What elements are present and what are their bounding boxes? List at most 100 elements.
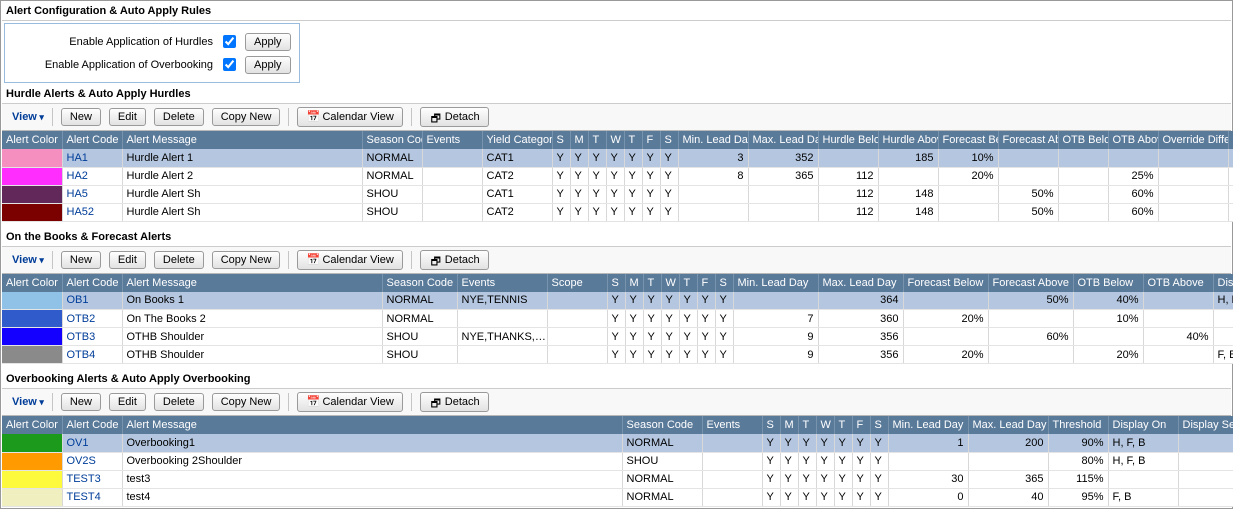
col-m[interactable]: M (570, 131, 588, 149)
apply-overbooking-button[interactable]: Apply (245, 56, 291, 74)
col-events[interactable]: Events (422, 131, 482, 149)
table-row[interactable]: OB1 On Books 1 NORMAL NYE,TENNIS YYYYYYY… (2, 292, 1233, 310)
delete-button[interactable]: Delete (154, 251, 204, 269)
col-season[interactable]: Season Code (362, 131, 422, 149)
copy-new-button[interactable]: Copy New (212, 393, 281, 411)
alert-code[interactable]: HA1 (62, 149, 122, 167)
col-display-on[interactable]: Display On (1213, 274, 1233, 292)
table-row[interactable]: TEST3 test3 NORMAL YYYYYYY 30 365 115% 3… (2, 470, 1233, 488)
col-alert-message[interactable]: Alert Message (122, 416, 622, 434)
col-alert-code[interactable]: Alert Code (62, 274, 122, 292)
col-season[interactable]: Season Code (622, 416, 702, 434)
alert-code[interactable]: OTB3 (62, 328, 122, 346)
col-f[interactable]: F (642, 131, 660, 149)
col-s2[interactable]: S (870, 416, 888, 434)
new-button[interactable]: New (61, 108, 101, 126)
alert-code[interactable]: OV1 (62, 434, 122, 452)
delete-button[interactable]: Delete (154, 108, 204, 126)
col-otb-above[interactable]: OTB Above (1108, 131, 1158, 149)
col-s2[interactable]: S (715, 274, 733, 292)
col-alert-code[interactable]: Alert Code (62, 131, 122, 149)
alert-code[interactable]: HA5 (62, 185, 122, 203)
alert-code[interactable]: TEST4 (62, 488, 122, 506)
col-events[interactable]: Events (702, 416, 762, 434)
alert-code[interactable]: TEST3 (62, 470, 122, 488)
col-override[interactable]: Override Difference (1158, 131, 1228, 149)
view-menu[interactable]: View (6, 254, 44, 266)
table-row[interactable]: OTB4 OTHB Shoulder SHOU YYYYYYY 9 356 20… (2, 346, 1233, 364)
alert-code[interactable]: HA52 (62, 203, 122, 221)
col-fc-above[interactable]: Forecast Above (998, 131, 1058, 149)
col-display-on[interactable]: Display On (1108, 416, 1178, 434)
detach-button[interactable]: 🗗Detach (420, 107, 489, 127)
calendar-view-button[interactable]: 📅Calendar View (297, 107, 402, 127)
col-hurdle-above[interactable]: Hurdle Above (878, 131, 938, 149)
col-t2[interactable]: T (679, 274, 697, 292)
col-t[interactable]: T (588, 131, 606, 149)
col-alert-message[interactable]: Alert Message (122, 131, 362, 149)
col-fc-below[interactable]: Forecast Below (903, 274, 988, 292)
detach-button[interactable]: 🗗Detach (420, 250, 489, 270)
enable-hurdles-checkbox[interactable] (223, 35, 236, 48)
col-s[interactable]: S (552, 131, 570, 149)
table-row[interactable]: OTB3 OTHB Shoulder SHOU NYE,THANKS,… YYY… (2, 328, 1233, 346)
col-f[interactable]: F (852, 416, 870, 434)
col-max-lead[interactable]: Max. Lead Day (748, 131, 818, 149)
alert-code[interactable]: OB1 (62, 292, 122, 310)
table-row[interactable]: HA5 Hurdle Alert Sh SHOU CAT1 YYYYYYY 11… (2, 185, 1233, 203)
detach-button[interactable]: 🗗Detach (420, 392, 489, 412)
col-m[interactable]: M (625, 274, 643, 292)
col-alert-code[interactable]: Alert Code (62, 416, 122, 434)
col-fc-below[interactable]: Forecast Below (938, 131, 998, 149)
copy-new-button[interactable]: Copy New (212, 108, 281, 126)
view-menu[interactable]: View (6, 396, 44, 408)
col-otb-below[interactable]: OTB Below (1058, 131, 1108, 149)
col-season[interactable]: Season Code (382, 274, 457, 292)
col-alert-color[interactable]: Alert Color (2, 131, 62, 149)
col-display-seq[interactable]: Display Seq. (1178, 416, 1233, 434)
col-alert-color[interactable]: Alert Color (2, 274, 62, 292)
table-row[interactable]: HA1 Hurdle Alert 1 NORMAL CAT1 YYYYYYY 3… (2, 149, 1233, 167)
calendar-view-button[interactable]: 📅Calendar View (297, 392, 402, 412)
col-events[interactable]: Events (457, 274, 547, 292)
col-min-lead[interactable]: Min. Lead Day (733, 274, 818, 292)
col-fc-above[interactable]: Forecast Above (988, 274, 1073, 292)
col-min-lead[interactable]: Min. Lead Day (678, 131, 748, 149)
edit-button[interactable]: Edit (109, 251, 146, 269)
col-w[interactable]: W (606, 131, 624, 149)
table-row[interactable]: HA2 Hurdle Alert 2 NORMAL CAT2 YYYYYYY 8… (2, 167, 1233, 185)
col-t[interactable]: T (643, 274, 661, 292)
col-w[interactable]: W (816, 416, 834, 434)
col-max-lead[interactable]: Max. Lead Day (818, 274, 903, 292)
delete-button[interactable]: Delete (154, 393, 204, 411)
col-scope[interactable]: Scope (547, 274, 607, 292)
apply-hurdles-button[interactable]: Apply (245, 33, 291, 51)
col-display-on[interactable]: Display On (1228, 131, 1233, 149)
edit-button[interactable]: Edit (109, 108, 146, 126)
col-t2[interactable]: T (624, 131, 642, 149)
table-row[interactable]: OV2S Overbooking 2Shoulder SHOU YYYYYYY … (2, 452, 1233, 470)
calendar-view-button[interactable]: 📅Calendar View (297, 250, 402, 270)
col-s[interactable]: S (607, 274, 625, 292)
col-m[interactable]: M (780, 416, 798, 434)
new-button[interactable]: New (61, 251, 101, 269)
view-menu[interactable]: View (6, 111, 44, 123)
col-alert-message[interactable]: Alert Message (122, 274, 382, 292)
table-row[interactable]: OV1 Overbooking1 NORMAL YYYYYYY 1 200 90… (2, 434, 1233, 452)
col-f[interactable]: F (697, 274, 715, 292)
col-s2[interactable]: S (660, 131, 678, 149)
col-s[interactable]: S (762, 416, 780, 434)
alert-code[interactable]: OV2S (62, 452, 122, 470)
col-otb-above[interactable]: OTB Above (1143, 274, 1213, 292)
col-t2[interactable]: T (834, 416, 852, 434)
col-hurdle-below[interactable]: Hurdle Below (818, 131, 878, 149)
edit-button[interactable]: Edit (109, 393, 146, 411)
alert-code[interactable]: OTB4 (62, 346, 122, 364)
col-otb-below[interactable]: OTB Below (1073, 274, 1143, 292)
col-min-lead[interactable]: Min. Lead Day (888, 416, 968, 434)
alert-code[interactable]: OTB2 (62, 310, 122, 328)
new-button[interactable]: New (61, 393, 101, 411)
enable-overbooking-checkbox[interactable] (223, 58, 236, 71)
col-t[interactable]: T (798, 416, 816, 434)
table-row[interactable]: OTB2 On The Books 2 NORMAL YYYYYYY 7 360… (2, 310, 1233, 328)
